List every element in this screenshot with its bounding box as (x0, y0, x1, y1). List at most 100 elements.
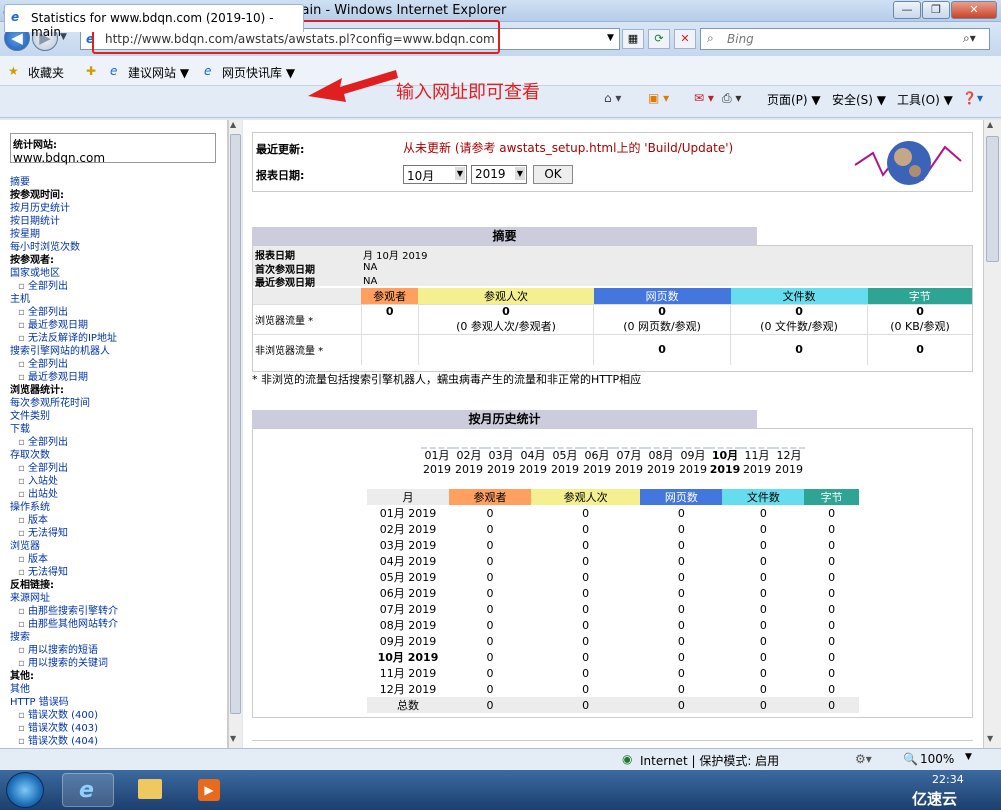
value-cell: 0 (828, 682, 836, 696)
sidebar-item[interactable]: 操作系统 (10, 501, 225, 514)
home-icon[interactable]: ⌂ ▾ (604, 91, 621, 105)
sidebar-item[interactable]: 由那些其他网站转介 (10, 618, 225, 631)
sidebar-item[interactable]: 国家或地区 (10, 267, 225, 280)
month-select[interactable]: 10月 ▼ (403, 165, 467, 184)
sidebar-item[interactable]: 用以搜索的短语 (10, 644, 225, 657)
taskbar-explorer[interactable] (124, 773, 176, 807)
search-box[interactable]: ⌕ Bing ⌕▾ (700, 28, 990, 50)
zone-status[interactable]: Internet | 保护模式: 启用 (640, 752, 779, 769)
main-scroll-thumb[interactable] (986, 136, 999, 262)
sidebar-item[interactable]: 浏览器 (10, 540, 225, 553)
value-cell: 0 (677, 522, 685, 536)
month-axis-month: 10月 (711, 449, 739, 462)
zoom-icon: 🔍 (903, 752, 918, 766)
suggested-sites-button[interactable]: 建议网站 ▼ (128, 64, 189, 81)
sidebar-item[interactable]: 版本 (10, 553, 225, 566)
settings-icon[interactable]: ⚙▾ (855, 752, 872, 766)
sidebar-item[interactable]: 摘要 (10, 176, 225, 189)
scroll-up-icon[interactable]: ▲ (230, 120, 236, 129)
taskbar-ie[interactable]: e (62, 773, 114, 807)
value-cell: 0 (759, 650, 767, 664)
clock[interactable]: 22:34 (932, 773, 964, 786)
start-button[interactable] (6, 772, 44, 808)
month-cell: 03月 2019 (379, 539, 437, 552)
favorites-button[interactable]: 收藏夹 (28, 64, 64, 81)
search-icon[interactable]: ⌕▾ (963, 31, 976, 46)
close-button[interactable]: ✕ (951, 1, 997, 19)
page-menu[interactable]: 页面(P) ▼ (767, 91, 821, 108)
compat-view-icon[interactable]: ▦ (622, 29, 644, 49)
sidebar-item[interactable]: 最近参观日期 (10, 319, 225, 332)
sidebar-item[interactable]: 由那些搜索引擎转介 (10, 605, 225, 618)
value-cell: 0 (486, 506, 494, 520)
month-axis-label: 10月 2019 (709, 447, 741, 477)
sidebar-item[interactable]: 出站处 (10, 488, 225, 501)
sidebar-item[interactable]: 来源网址 (10, 592, 225, 605)
value-cell: 0 (677, 650, 685, 664)
print-icon[interactable]: ⎙ ▾ (722, 91, 741, 106)
sidebar-item[interactable]: 入站处 (10, 475, 225, 488)
ok-button[interactable]: OK (533, 165, 573, 184)
sidebar-item[interactable]: 全部列出 (10, 358, 225, 371)
sidebar-item[interactable]: 其他 (10, 683, 225, 696)
maximize-button[interactable]: ❐ (922, 1, 950, 19)
sidebar-item[interactable]: 按日期统计 (10, 215, 225, 228)
value-cell: 0 (486, 698, 494, 712)
help-icon[interactable]: ❓▾ (962, 91, 983, 105)
pages-sub: (0 网页数/参观) (623, 320, 701, 333)
zoom-dropdown-icon[interactable]: ▼ (965, 752, 972, 762)
sidebar-item[interactable]: 搜索 (10, 631, 225, 644)
search-input[interactable]: Bing (727, 32, 754, 46)
sidebar-item[interactable]: 全部列出 (10, 462, 225, 475)
tools-menu[interactable]: 工具(O) ▼ (897, 91, 953, 108)
sidebar-scroll-thumb[interactable] (230, 134, 241, 714)
year-select[interactable]: 2019 ▼ (471, 165, 527, 184)
add-favorites-icon[interactable]: ✚ (86, 64, 96, 78)
safety-menu[interactable]: 安全(S) ▼ (832, 91, 886, 108)
refresh-icon[interactable]: ⟳ (648, 29, 670, 49)
sidebar-item[interactable]: 全部列出 (10, 306, 225, 319)
media-player-icon: ▶ (198, 779, 220, 801)
sidebar-item[interactable]: 无法得知 (10, 527, 225, 540)
main-scroll-down-icon[interactable]: ▼ (987, 734, 993, 743)
sidebar-item[interactable]: 版本 (10, 514, 225, 527)
month-cell: 04月 2019 (379, 555, 437, 568)
address-dropdown-icon[interactable]: ▼ (607, 33, 614, 43)
feeds-icon[interactable]: ▣ ▾ (648, 91, 669, 105)
tab-main[interactable]: e Statistics for www.bdqn.com (2019-10) … (4, 4, 304, 39)
sidebar-item[interactable]: 下载 (10, 423, 225, 436)
sidebar-item[interactable]: HTTP 错误码 (10, 696, 225, 709)
sidebar-item[interactable]: 无法得知 (10, 566, 225, 579)
sidebar-item[interactable]: 无法反解译的IP地址 (10, 332, 225, 345)
sidebar-item[interactable]: 全部列出 (10, 280, 225, 293)
minimize-button[interactable]: — (893, 1, 921, 19)
sidebar-item[interactable]: 主机 (10, 293, 225, 306)
sidebar-item[interactable]: 错误次数 (400) (10, 709, 225, 722)
sidebar-item[interactable]: 搜索引擎网站的机器人 (10, 345, 225, 358)
sidebar-item[interactable]: 按星期 (10, 228, 225, 241)
zoom-level[interactable]: 100% (920, 752, 954, 766)
sidebar-scrollbar[interactable]: ▲ ▼ (228, 120, 242, 748)
value-cell: 0 (486, 570, 494, 584)
sidebar-item[interactable]: 错误次数 (404) (10, 735, 225, 748)
sidebar-item[interactable]: 错误次数 (403) (10, 722, 225, 735)
summary-note: * 非浏览的流量包括搜索引擎机器人，蠕虫病毒产生的流量和非正常的HTTP相应 (252, 373, 642, 386)
sidebar-item[interactable]: 用以搜索的关键词 (10, 657, 225, 670)
main-scroll-up-icon[interactable]: ▲ (987, 120, 993, 129)
sidebar-item[interactable]: 存取次数 (10, 449, 225, 462)
scroll-down-icon[interactable]: ▼ (230, 734, 236, 743)
sidebar-item[interactable]: 每次参观所花时间 (10, 397, 225, 410)
sidebar-item[interactable]: 每小时浏览次数 (10, 241, 225, 254)
web-slice-gallery-button[interactable]: 网页快讯库 ▼ (222, 64, 295, 81)
stop-icon[interactable]: ✕ (674, 29, 696, 49)
sidebar-item[interactable]: 文件类别 (10, 410, 225, 423)
value-cell: 0 (486, 682, 494, 696)
month-axis-month: 07月 (616, 449, 642, 462)
sidebar-item[interactable]: 按月历史统计 (10, 202, 225, 215)
main-scrollbar[interactable]: ▲ ▼ (983, 120, 1001, 748)
nb-visits (417, 334, 594, 365)
mail-icon[interactable]: ✉ ▾ (694, 91, 714, 105)
taskbar-media[interactable]: ▶ (184, 773, 236, 807)
sidebar-item[interactable]: 全部列出 (10, 436, 225, 449)
sidebar-item[interactable]: 最近参观日期 (10, 371, 225, 384)
